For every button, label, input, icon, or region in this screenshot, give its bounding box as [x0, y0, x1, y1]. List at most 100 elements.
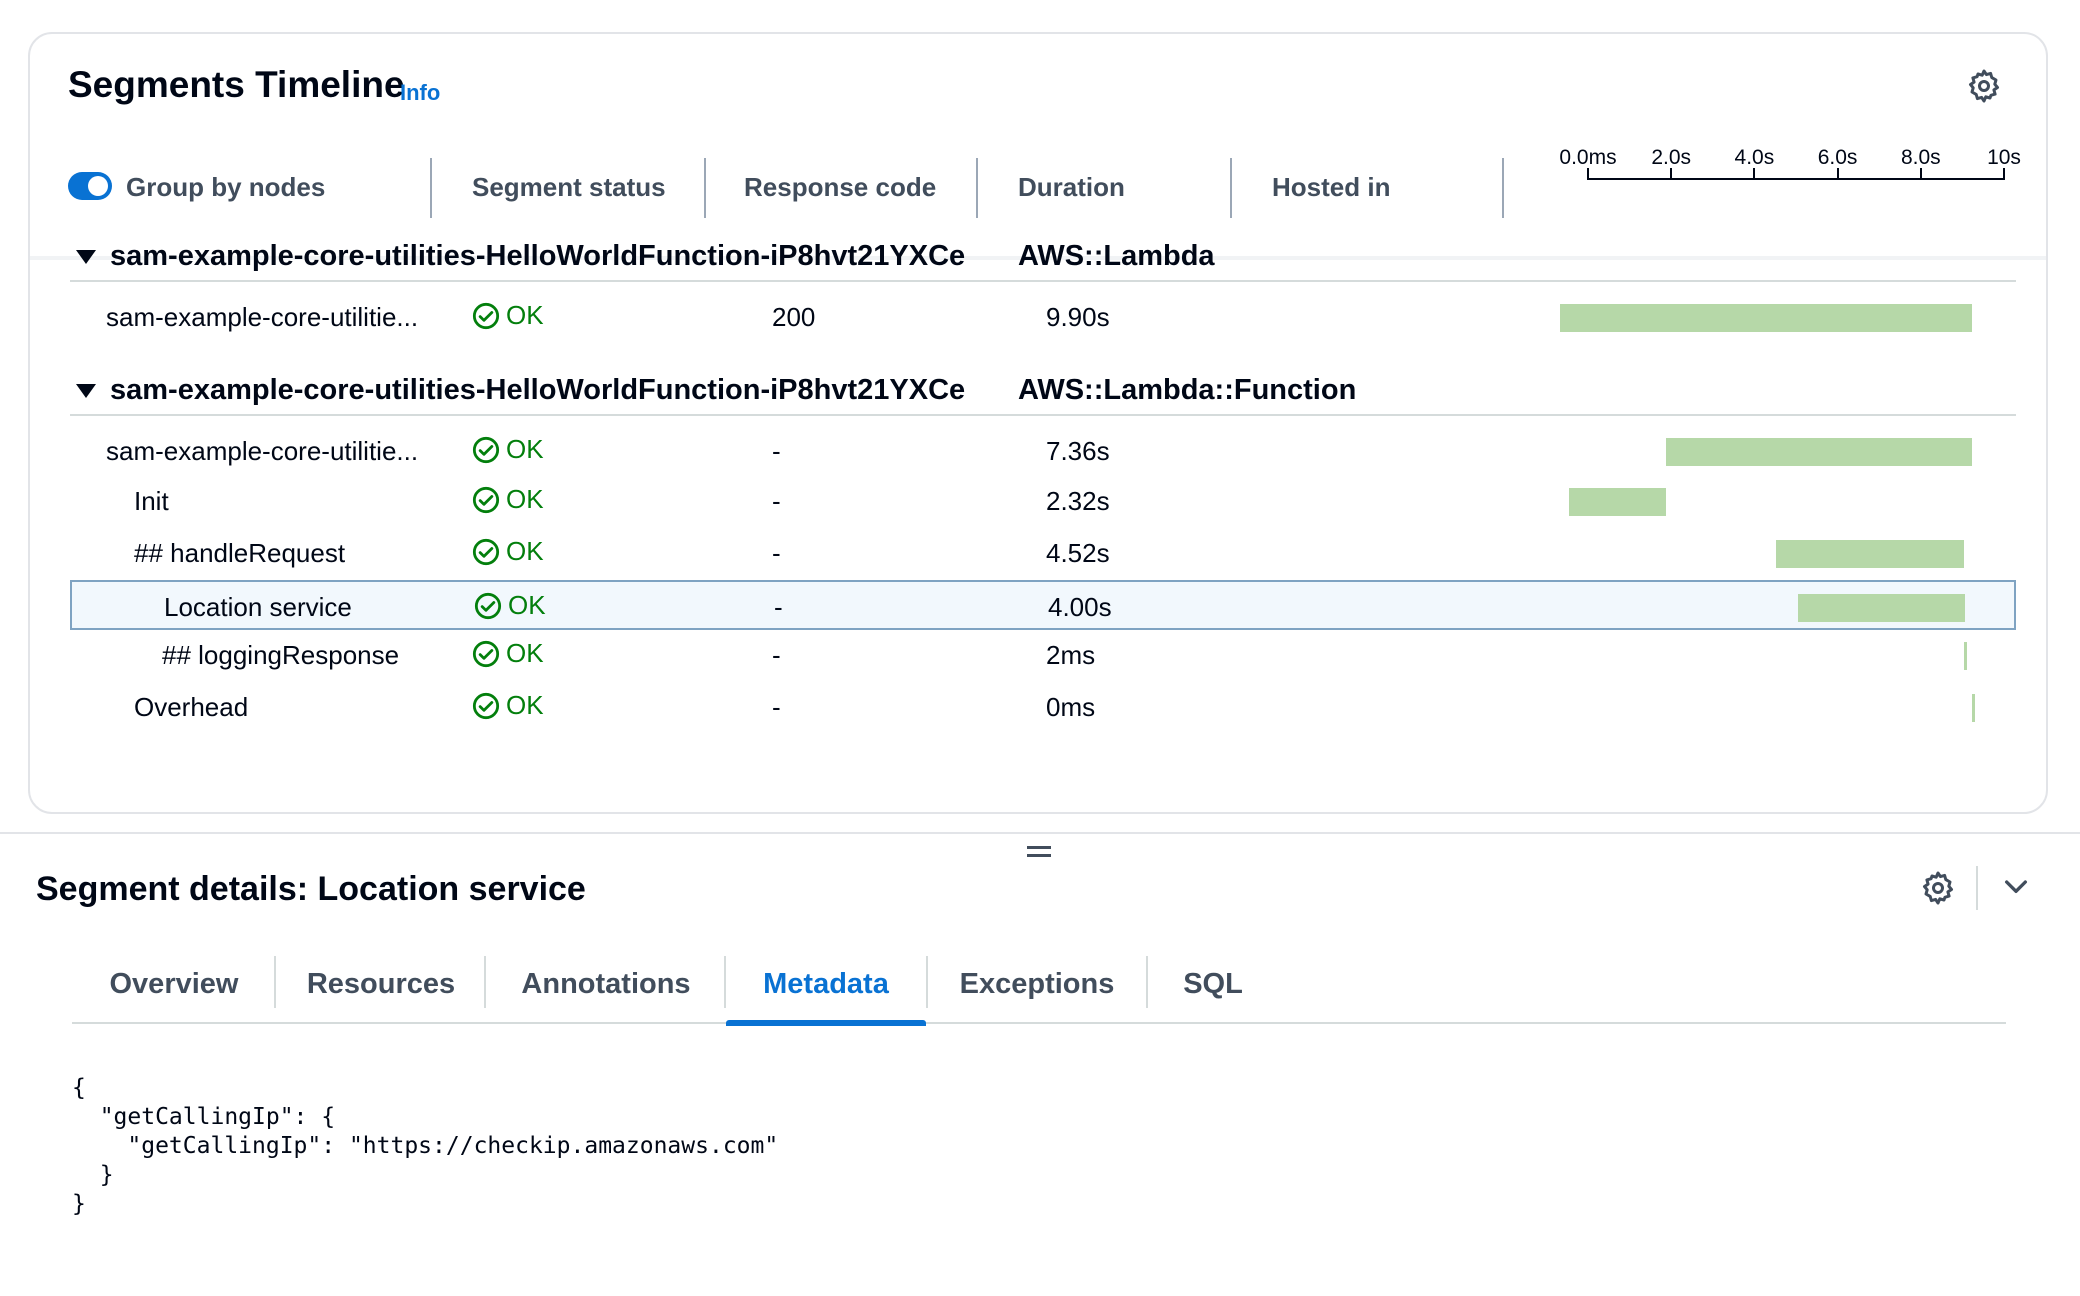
- segment-name: ## loggingResponse: [162, 640, 400, 670]
- segment-status: OK: [472, 536, 544, 567]
- segment-status: OK: [472, 300, 544, 331]
- segment-details-title: Segment details: Location service: [36, 870, 586, 908]
- timeline-tick-label: 0.0ms: [1559, 146, 1617, 169]
- segment-status: OK: [472, 690, 544, 721]
- tab-sql[interactable]: SQL: [1148, 956, 1278, 1024]
- caret-down-icon[interactable]: [76, 250, 96, 264]
- segment-status: OK: [474, 590, 546, 621]
- status-label: OK: [508, 590, 546, 620]
- segment-duration: 4.52s: [1046, 538, 1110, 568]
- check-circle-icon: [472, 486, 500, 513]
- group-by-nodes-label: Group by nodes: [126, 172, 326, 202]
- tab-overview[interactable]: Overview: [72, 956, 276, 1024]
- node-name: sam-example-core-utilities-HelloWorldFun…: [110, 374, 966, 406]
- segment-name: sam-example-core-utilitie...: [106, 302, 419, 332]
- timeline-tick-label: 10s: [1987, 146, 2021, 169]
- duration-bar[interactable]: [1560, 304, 1972, 332]
- response-code: -: [772, 436, 781, 466]
- column-header-response-code[interactable]: Response code: [744, 172, 936, 203]
- node-type: AWS::Lambda::Function: [1018, 374, 1357, 406]
- check-circle-icon: [474, 592, 502, 619]
- tab-annotations[interactable]: Annotations: [486, 956, 726, 1024]
- segment-name: sam-example-core-utilitie...: [106, 436, 419, 466]
- timeline-tick-label: 4.0s: [1734, 146, 1775, 169]
- info-link[interactable]: Info: [400, 80, 440, 106]
- column-divider[interactable]: [1502, 158, 1504, 218]
- response-code: -: [772, 538, 781, 568]
- segment-row[interactable]: ## loggingResponse OK - 2ms: [70, 630, 2016, 680]
- details-tabs: Overview Resources Annotations Metadata …: [72, 956, 2006, 1026]
- metadata-json: { "getCallingIp": { "getCallingIp": "htt…: [72, 1075, 779, 1217]
- response-code: -: [772, 640, 781, 670]
- gear-icon[interactable]: [1966, 68, 2002, 104]
- segments-timeline-panel: Segments Timeline Info Group by nodes Se…: [28, 32, 2048, 814]
- status-label: OK: [506, 690, 544, 720]
- column-divider[interactable]: [1230, 158, 1232, 218]
- node-name: sam-example-core-utilities-HelloWorldFun…: [110, 240, 966, 272]
- response-code: -: [772, 486, 781, 516]
- status-label: OK: [506, 638, 544, 668]
- tab-metadata[interactable]: Metadata: [726, 956, 926, 1026]
- timeline-axis-line: [1588, 178, 2004, 180]
- segment-status: OK: [472, 638, 544, 669]
- segment-row[interactable]: Init OK - 2.32s: [70, 476, 2016, 526]
- response-code: 200: [772, 302, 816, 332]
- group-by-nodes-toggle[interactable]: [68, 172, 112, 200]
- status-label: OK: [506, 300, 544, 330]
- segment-duration: 2ms: [1046, 640, 1096, 670]
- caret-down-icon[interactable]: [76, 384, 96, 398]
- duration-bar[interactable]: [1665, 438, 1972, 466]
- segment-duration: 9.90s: [1046, 302, 1110, 332]
- segment-status: OK: [472, 434, 544, 465]
- segment-status: OK: [472, 484, 544, 515]
- duration-bar[interactable]: [1971, 694, 1975, 722]
- column-header-hosted-in[interactable]: Hosted in: [1272, 172, 1390, 203]
- node-type: AWS::Lambda: [1018, 240, 1215, 272]
- check-circle-icon: [472, 640, 500, 667]
- column-header-segment-status[interactable]: Segment status: [472, 172, 666, 203]
- segment-name: Overhead: [134, 692, 249, 722]
- split-divider: [0, 832, 2080, 834]
- segment-row[interactable]: Location service OK - 4.00s: [70, 580, 2016, 630]
- column-divider[interactable]: [976, 158, 978, 218]
- segment-row[interactable]: sam-example-core-utilitie... OK 200 9.90s: [70, 292, 2016, 342]
- segment-duration: 4.00s: [1048, 592, 1112, 622]
- segment-name: Init: [134, 486, 169, 516]
- status-label: OK: [506, 536, 544, 566]
- timeline-tick-label: 8.0s: [1900, 146, 1941, 169]
- segment-name: ## handleRequest: [134, 538, 346, 568]
- segment-name: Location service: [164, 592, 352, 622]
- node-group-header[interactable]: sam-example-core-utilities-HelloWorldFun…: [70, 368, 2016, 416]
- header-separator: [1976, 866, 1978, 910]
- duration-bar[interactable]: [1569, 488, 1666, 516]
- column-divider[interactable]: [704, 158, 706, 218]
- check-circle-icon: [472, 692, 500, 719]
- chevron-down-icon[interactable]: [2000, 870, 2032, 902]
- segment-row[interactable]: Overhead OK - 0ms: [70, 682, 2016, 732]
- segment-row[interactable]: ## handleRequest OK - 4.52s: [70, 528, 2016, 578]
- check-circle-icon: [472, 436, 500, 463]
- tab-exceptions[interactable]: Exceptions: [928, 956, 1146, 1024]
- gear-icon[interactable]: [1920, 870, 1956, 906]
- response-code: -: [774, 592, 783, 622]
- duration-bar[interactable]: [1964, 642, 1968, 670]
- column-divider[interactable]: [430, 158, 432, 218]
- tab-resources[interactable]: Resources: [276, 956, 486, 1024]
- duration-bar[interactable]: [1776, 540, 1965, 568]
- segment-duration: 2.32s: [1046, 486, 1110, 516]
- segment-duration: 0ms: [1046, 692, 1096, 722]
- resize-handle[interactable]: [1027, 844, 1051, 858]
- node-group-header[interactable]: sam-example-core-utilities-HelloWorldFun…: [70, 234, 2016, 282]
- check-circle-icon: [472, 302, 500, 329]
- response-code: -: [772, 692, 781, 722]
- timeline-tick-label: 2.0s: [1651, 146, 1692, 169]
- segment-duration: 7.36s: [1046, 436, 1110, 466]
- check-circle-icon: [472, 538, 500, 565]
- duration-bar[interactable]: [1798, 594, 1965, 622]
- timeline-tick-label: 6.0s: [1817, 146, 1858, 169]
- segment-row[interactable]: sam-example-core-utilitie... OK - 7.36s: [70, 426, 2016, 476]
- panel-title: Segments Timeline: [68, 64, 405, 105]
- status-label: OK: [506, 434, 544, 464]
- status-label: OK: [506, 484, 544, 514]
- column-header-duration[interactable]: Duration: [1018, 172, 1125, 203]
